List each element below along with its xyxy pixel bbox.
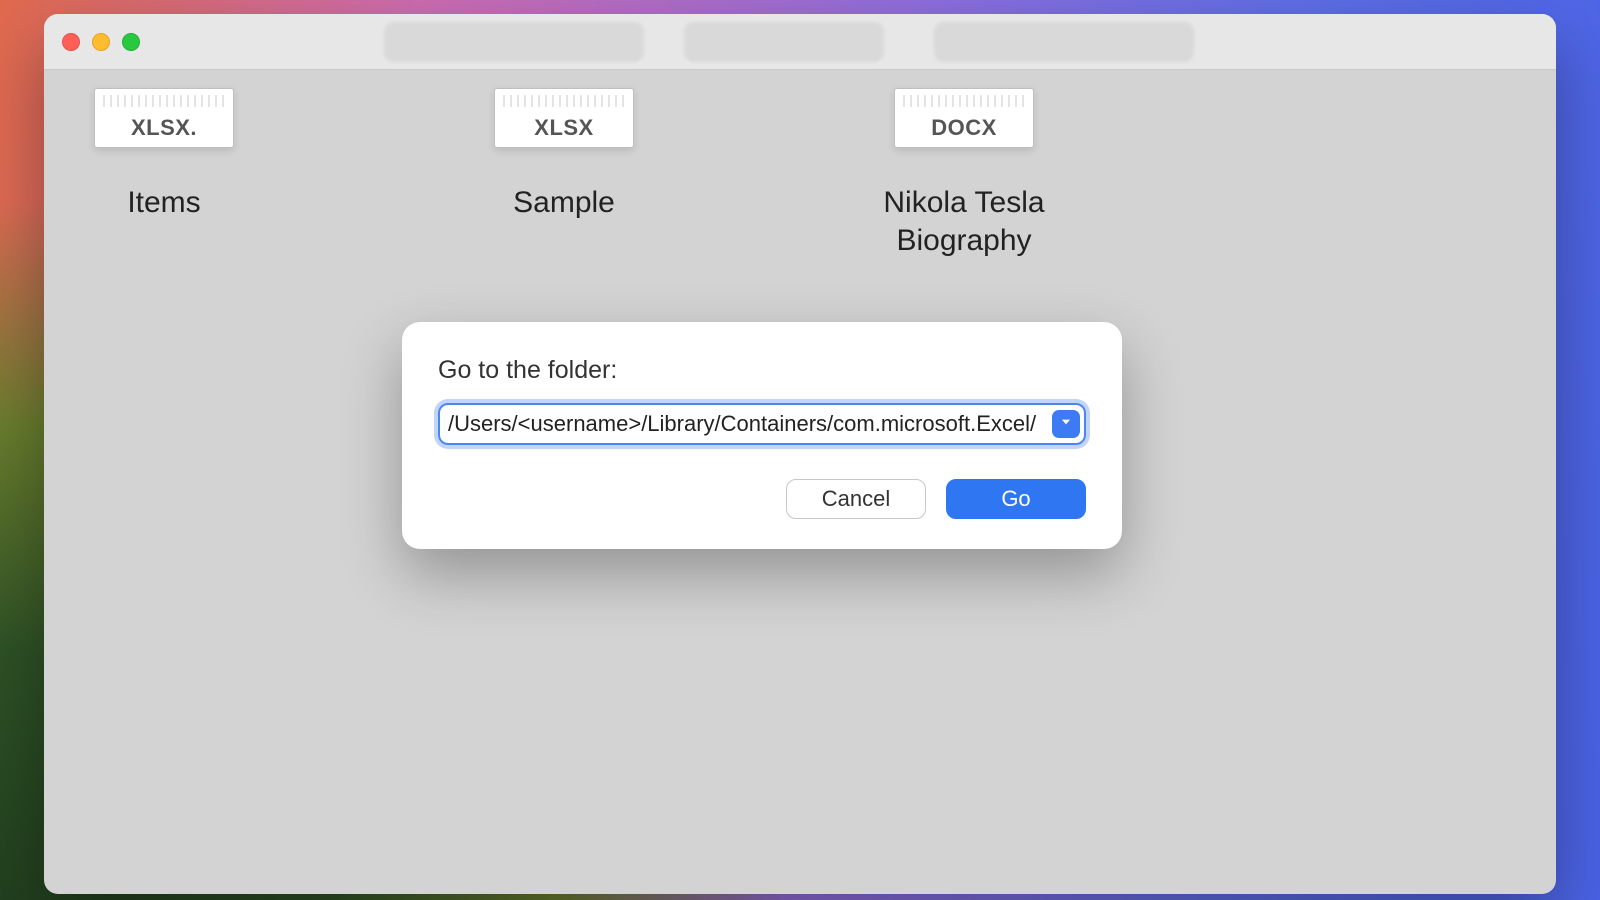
toolbar-group-blurred: [384, 22, 644, 62]
toolbar-group-blurred: [684, 22, 884, 62]
file-label: Items: [54, 184, 274, 222]
cancel-button[interactable]: Cancel: [786, 479, 926, 519]
dialog-button-row: Cancel Go: [438, 479, 1086, 519]
window-traffic-lights: [62, 33, 140, 51]
close-window-button[interactable]: [62, 33, 80, 51]
file-label: Sample: [454, 184, 674, 222]
folder-path-input[interactable]: [448, 411, 1052, 437]
finder-window: XLSX. Items XLSX Sample DOCX Nikola Tesl…: [44, 14, 1556, 894]
file-thumbnail-icon: XLSX: [494, 88, 634, 148]
file-item[interactable]: XLSX Sample: [454, 88, 674, 259]
go-button[interactable]: Go: [946, 479, 1086, 519]
dialog-title: Go to the folder:: [438, 356, 1086, 385]
path-combobox: [438, 403, 1086, 445]
path-history-dropdown-button[interactable]: [1052, 410, 1080, 438]
go-to-folder-dialog: Go to the folder: Cancel Go: [402, 322, 1122, 549]
chevron-down-icon: [1059, 415, 1073, 434]
window-titlebar: [44, 14, 1556, 70]
file-thumbnail-icon: DOCX: [894, 88, 1034, 148]
file-thumbnail-icon: XLSX.: [94, 88, 234, 148]
file-item[interactable]: DOCX Nikola Tesla Biography: [854, 88, 1074, 259]
minimize-window-button[interactable]: [92, 33, 110, 51]
zoom-window-button[interactable]: [122, 33, 140, 51]
file-label: Nikola Tesla Biography: [854, 184, 1074, 259]
toolbar-group-blurred: [934, 22, 1194, 62]
file-icon-grid: XLSX. Items XLSX Sample DOCX Nikola Tesl…: [44, 70, 1556, 277]
file-item[interactable]: XLSX. Items: [54, 88, 274, 259]
